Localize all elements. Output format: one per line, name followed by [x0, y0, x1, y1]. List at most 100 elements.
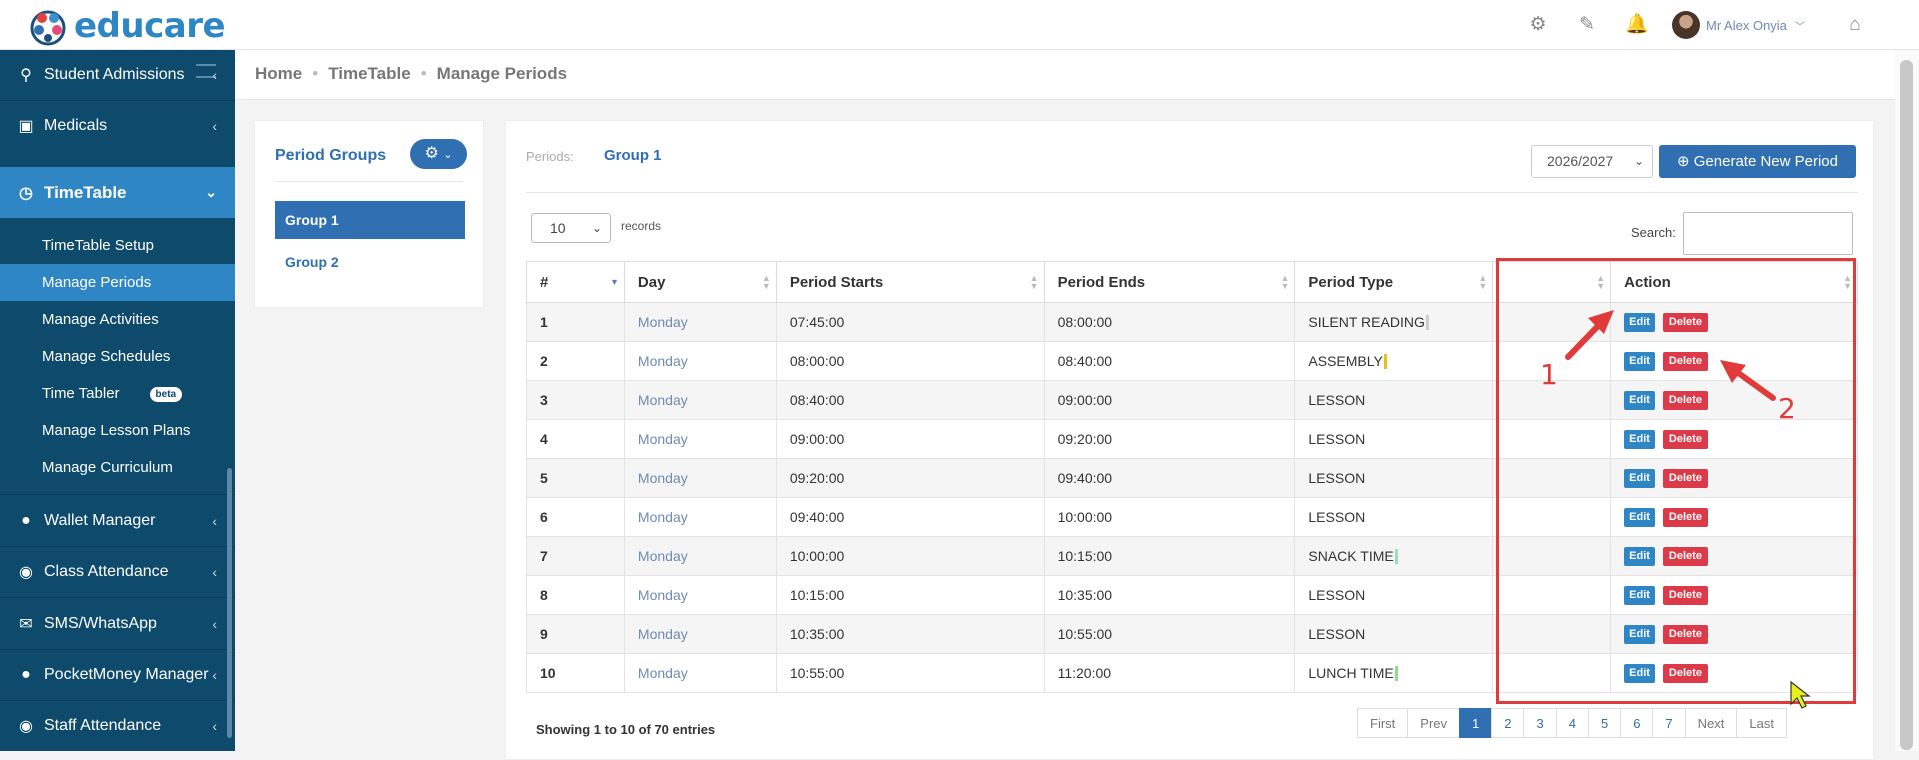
- avatar: [1672, 11, 1700, 39]
- day-cell[interactable]: Monday: [623, 380, 777, 420]
- col-header-day[interactable]: Day ▲ ▼: [623, 261, 777, 303]
- breadcrumb-home[interactable]: Home: [255, 64, 302, 83]
- user-menu[interactable]: Mr Alex Onyia ﹀: [1672, 11, 1805, 39]
- chevron-down-icon: ⌄: [205, 184, 217, 200]
- breadcrumb-timetable[interactable]: TimeTable: [328, 64, 411, 83]
- sidebar: ⚲ Student Admissions ‹ ▣ Medicals ‹ ◷ Ti…: [0, 50, 235, 751]
- sidebar-item-class-attendance[interactable]: ◉ Class Attendance ‹: [0, 547, 235, 597]
- gear-icon[interactable]: ⚙: [1527, 14, 1549, 36]
- group-item-2[interactable]: Group 2: [275, 243, 465, 281]
- period-end-cell: 10:15:00: [1043, 536, 1296, 576]
- page-button-last[interactable]: Last: [1736, 708, 1787, 738]
- col-header-label: Period Starts: [789, 273, 884, 291]
- period-type-cell: LUNCH TIME: [1294, 653, 1494, 693]
- divider: [526, 192, 1858, 193]
- edit-icon[interactable]: ✎: [1576, 14, 1598, 36]
- period-type-cell: ASSEMBLY: [1294, 341, 1494, 381]
- day-cell[interactable]: Monday: [623, 458, 777, 498]
- col-header-label: Period Ends: [1057, 273, 1146, 291]
- page-button-3[interactable]: 3: [1523, 708, 1557, 738]
- sidebar-item-pocketmoney-manager[interactable]: ● PocketMoney Manager ‹: [0, 650, 235, 700]
- page-length-value: 10: [550, 220, 566, 236]
- period-end-cell: 11:20:00: [1043, 653, 1296, 693]
- sidebar-subitem-manage-curriculum[interactable]: Manage Curriculum: [0, 449, 235, 486]
- page-button-6[interactable]: 6: [1620, 708, 1654, 738]
- page-button-prev[interactable]: Prev: [1407, 708, 1461, 738]
- period-end-cell: 10:35:00: [1043, 575, 1296, 615]
- page-button-next[interactable]: Next: [1684, 708, 1738, 738]
- records-per-page-select[interactable]: 10 ⌄: [531, 213, 611, 243]
- sidebar-subitem-manage-activities[interactable]: Manage Activities: [0, 301, 235, 338]
- chevron-left-icon: ‹: [212, 718, 217, 734]
- period-groups-panel: Period Groups ⚙ ⌄ Group 1 Group 2: [254, 120, 484, 308]
- col-header-period-type[interactable]: Period Type ▲ ▼: [1294, 261, 1494, 303]
- sidebar-item-wallet-manager[interactable]: ● Wallet Manager ‹: [0, 495, 235, 546]
- period-type-label: LESSON: [1308, 587, 1366, 603]
- day-cell[interactable]: Monday: [623, 614, 777, 654]
- period-type-cell: LESSON: [1294, 458, 1494, 498]
- scrollbar-thumb[interactable]: [1900, 60, 1913, 750]
- page-button-7[interactable]: 7: [1652, 708, 1686, 738]
- row-number-cell: 5: [526, 458, 625, 498]
- generate-new-period-button[interactable]: ⊕ Generate New Period: [1659, 145, 1856, 178]
- page-button-4[interactable]: 4: [1555, 708, 1589, 738]
- day-cell[interactable]: Monday: [623, 536, 777, 576]
- page-button-5[interactable]: 5: [1587, 708, 1622, 738]
- page-button-2[interactable]: 2: [1491, 708, 1525, 738]
- row-number-cell: 7: [526, 536, 625, 576]
- day-cell[interactable]: Monday: [623, 419, 777, 459]
- day-cell[interactable]: Monday: [623, 497, 777, 537]
- chevron-left-icon: ‹: [212, 118, 217, 134]
- logo[interactable]: educare: [28, 6, 226, 46]
- col-header-period-ends[interactable]: Period Ends ▲ ▼: [1043, 261, 1296, 303]
- period-end-cell: 10:00:00: [1043, 497, 1296, 537]
- sidebar-subitem-manage-schedules[interactable]: Manage Schedules: [0, 338, 235, 375]
- day-cell[interactable]: Monday: [623, 653, 777, 693]
- year-select[interactable]: 2026/2027 ⌄: [1531, 145, 1653, 178]
- day-cell[interactable]: Monday: [623, 341, 777, 381]
- first-aid-icon: ▣: [18, 118, 34, 135]
- sidebar-item-timetable[interactable]: ◷ TimeTable ⌄: [0, 167, 235, 218]
- chevron-left-icon: ‹: [212, 67, 217, 83]
- row-number-cell: 1: [526, 302, 625, 342]
- breadcrumb: Home • TimeTable • Manage Periods: [255, 64, 567, 84]
- period-end-cell: 10:55:00: [1043, 614, 1296, 654]
- day-cell[interactable]: Monday: [623, 302, 777, 342]
- sidebar-item-medicals[interactable]: ▣ Medicals ‹: [0, 101, 235, 151]
- year-value: 2026/2027: [1547, 153, 1614, 169]
- search-input[interactable]: [1683, 212, 1853, 255]
- breadcrumb-current: Manage Periods: [436, 64, 568, 83]
- inbox-icon[interactable]: ⌂: [1844, 14, 1866, 36]
- sidebar-item-staff-attendance[interactable]: ◉ Staff Attendance ‹: [0, 701, 235, 751]
- period-type-label: SILENT READING: [1308, 313, 1425, 330]
- breadcrumb-separator: •: [420, 64, 427, 83]
- col-header-period-starts[interactable]: Period Starts ▲ ▼: [775, 261, 1045, 303]
- col-header-number[interactable]: # ▼: [526, 261, 625, 303]
- sidebar-scrollbar[interactable]: [227, 468, 232, 738]
- page-button-1[interactable]: 1: [1459, 708, 1493, 738]
- sidebar-subitem-manage-periods[interactable]: Manage Periods: [0, 264, 235, 301]
- sidebar-subitem-manage-lesson-plans[interactable]: Manage Lesson Plans: [0, 412, 235, 449]
- sidebar-subitem-timetable-setup[interactable]: TimeTable Setup: [0, 227, 235, 264]
- period-type-cell: SNACK TIME: [1294, 536, 1494, 576]
- day-cell[interactable]: Monday: [623, 575, 777, 615]
- page-button-first[interactable]: First: [1357, 708, 1409, 738]
- row-number-cell: 10: [526, 653, 625, 693]
- col-header-label: #: [540, 273, 549, 291]
- user-name: Mr Alex Onyia: [1706, 17, 1787, 33]
- row-number-cell: 2: [526, 341, 625, 381]
- period-start-cell: 09:20:00: [775, 458, 1045, 498]
- period-type-label: LESSON: [1308, 509, 1366, 525]
- plus-circle-icon: ⊕: [1677, 153, 1690, 170]
- period-color-swatch: [1383, 354, 1387, 370]
- sidebar-subitem-time-tabler[interactable]: Time Tabler beta: [0, 375, 235, 412]
- sort-icon: ▲ ▼: [1029, 273, 1039, 291]
- table-info: Showing 1 to 10 of 70 entries: [536, 722, 716, 737]
- sidebar-item-student-admissions[interactable]: ⚲ Student Admissions ‹: [0, 50, 235, 100]
- group-item-1[interactable]: Group 1: [275, 201, 465, 239]
- bell-icon[interactable]: 🔔: [1625, 14, 1649, 36]
- sidebar-item-sms-whatsapp[interactable]: ✉ SMS/WhatsApp ‹: [0, 598, 235, 649]
- period-groups-settings-button[interactable]: ⚙ ⌄: [410, 139, 467, 169]
- page-scrollbar[interactable]: [1895, 50, 1919, 751]
- eye-icon: ◉: [19, 718, 33, 735]
